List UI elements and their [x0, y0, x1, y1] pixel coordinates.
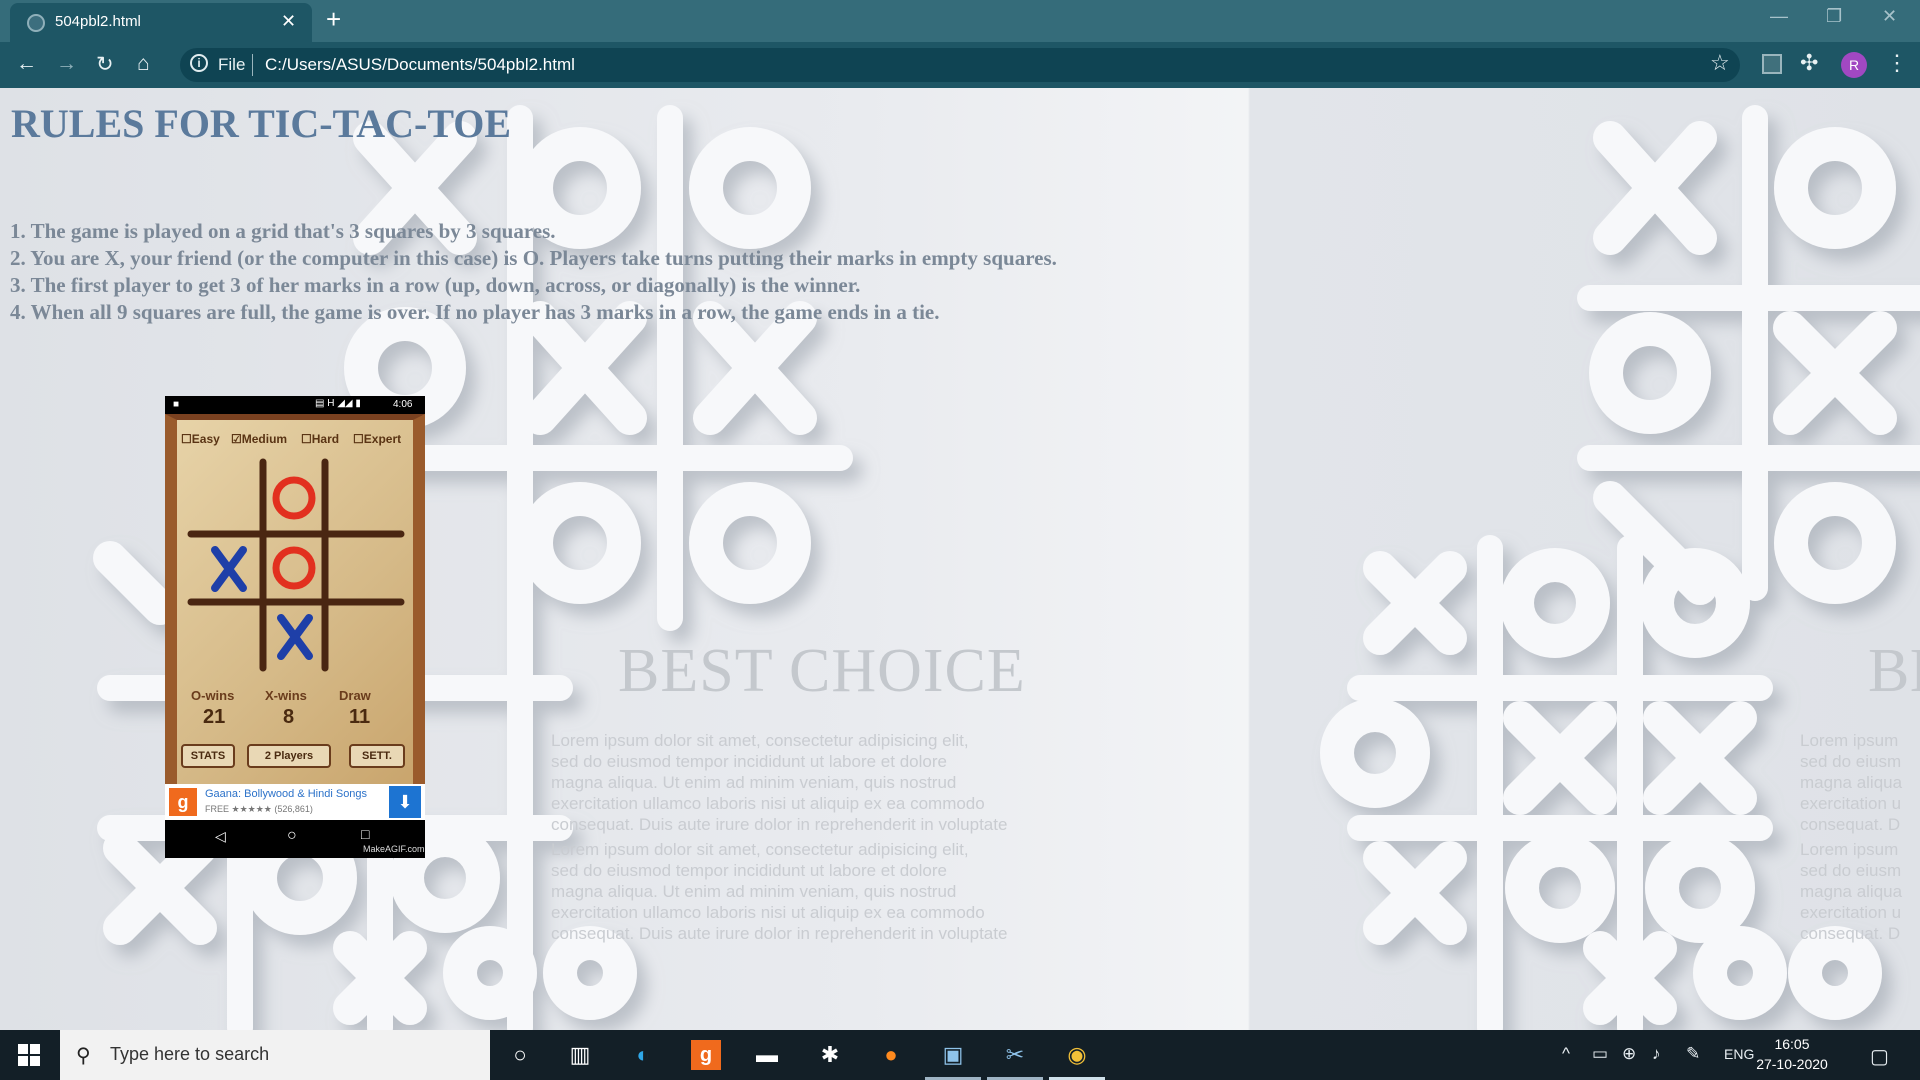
lorem-block-2: Lorem ipsum dolor sit amet, consectetur … [551, 840, 1008, 943]
close-window-icon[interactable]: ✕ [1882, 6, 1897, 27]
info-icon[interactable]: i [190, 54, 208, 72]
profile-avatar[interactable]: R [1841, 52, 1867, 78]
browser-tabstrip: 504pbl2.html ✕ + — ❐ ✕ [0, 0, 1920, 42]
gaana-logo: g [169, 788, 197, 816]
language-indicator[interactable]: ENG [1724, 1046, 1754, 1062]
o-wins-label: O-wins [191, 688, 235, 703]
draw-label: Draw [339, 688, 371, 703]
photos-app-icon[interactable]: ▣ [938, 1040, 968, 1070]
stats-button: STATS [181, 744, 235, 768]
puzzle-extensions-icon[interactable]: ✣ [1800, 50, 1818, 76]
phone-status-bar: ■ ▤ H ◢◢ ▮ 4:06 [165, 396, 425, 414]
notification-icon[interactable]: ▢ [1870, 1044, 1889, 1069]
lorem-block-1: Lorem ipsum dolor sit amet, consectetur … [551, 731, 1008, 834]
settings-button: SETT. [349, 744, 405, 768]
reload-icon[interactable]: ↻ [96, 52, 114, 77]
clock-time: 16:05 [1774, 1036, 1810, 1052]
signal-icon: ▤ H ◢◢ ▮ [315, 398, 361, 409]
globe-icon [27, 14, 45, 32]
address-divider [252, 54, 253, 76]
edge-icon[interactable]: ◐ [628, 1040, 658, 1070]
board-o-mark [272, 476, 316, 520]
lorem-block-right-1: Lorem ipsum sed do eiusm magna aliqua ex… [1800, 731, 1903, 834]
extension-icon[interactable] [1762, 54, 1782, 74]
search-icon: ⚲ [76, 1045, 91, 1067]
gaana-app-icon[interactable]: g [691, 1040, 721, 1070]
watermark: MakeAGIF.com [363, 844, 425, 854]
background-heading-right: BI [1868, 637, 1920, 705]
pen-icon[interactable]: ✎ [1686, 1044, 1700, 1064]
board-o-mark [272, 546, 316, 590]
rule-item: 4. When all 9 squares are full, the game… [10, 300, 940, 324]
android-home-icon: ○ [287, 827, 297, 844]
chrome-icon[interactable]: ◉ [1062, 1040, 1092, 1070]
task-view-icon[interactable]: ▥ [565, 1040, 595, 1070]
camera-icon: ■ [173, 399, 180, 410]
rule-item: 2. You are X, your friend (or the comput… [10, 246, 1057, 270]
x-wins-label: X-wins [265, 688, 307, 703]
page-viewport: RULES FOR TIC-TAC-TOE 1. The game is pla… [0, 88, 1920, 1030]
lorem-block-right-2: Lorem ipsum sed do eiusm magna aliqua ex… [1800, 840, 1903, 943]
tab-close-button[interactable]: ✕ [281, 11, 296, 32]
ad-title: Gaana: Bollywood & Hindi Songs [205, 788, 368, 800]
spider-app-icon[interactable]: ✱ [815, 1040, 845, 1070]
windows-start-icon[interactable] [18, 1044, 40, 1066]
cortana-icon[interactable]: ○ [505, 1040, 535, 1070]
difficulty-expert: ☐Expert [353, 432, 402, 446]
browser-toolbar: ← → ↻ ⌂ i File C:/Users/ASUS/Documents/5… [0, 42, 1920, 88]
board-x-mark [211, 546, 247, 592]
android-recents-icon: □ [361, 826, 370, 842]
taskbar-clock[interactable]: 16:05 27-10-2020 [1752, 1034, 1832, 1074]
taskbar-search-box[interactable]: ⚲ Type here to search [60, 1030, 490, 1080]
status-time: 4:06 [393, 399, 413, 410]
difficulty-medium: ☑Medium [231, 432, 288, 446]
new-tab-button[interactable]: + [326, 4, 341, 35]
two-players-button: 2 Players [247, 744, 331, 768]
rule-item: 3. The first player to get 3 of her mark… [10, 273, 861, 297]
firefox-icon[interactable]: ● [876, 1040, 906, 1070]
home-icon[interactable]: ⌂ [137, 52, 150, 76]
address-bar[interactable]: i File C:/Users/ASUS/Documents/504pbl2.h… [180, 48, 1740, 82]
menu-kebab-icon[interactable]: ⋮ [1886, 50, 1908, 76]
address-scheme: File [218, 55, 246, 74]
page-title: RULES FOR TIC-TAC-TOE [11, 101, 512, 146]
game-board [187, 458, 405, 672]
back-icon[interactable]: ← [16, 52, 37, 76]
tray-chevron-icon[interactable]: ^ [1562, 1044, 1570, 1064]
phone-game-gif: ■ ▤ H ◢◢ ▮ 4:06 ☐Easy ☑Medium ☐Hard ☐Exp… [165, 396, 425, 858]
volume-icon[interactable]: ♪ [1652, 1044, 1661, 1064]
minimize-icon[interactable]: — [1770, 6, 1788, 27]
rule-item: 1. The game is played on a grid that's 3… [10, 219, 556, 243]
media-app-icon[interactable]: ▬ [752, 1040, 782, 1070]
bookmark-star-icon[interactable]: ☆ [1710, 50, 1730, 76]
rules-list: 1. The game is played on a grid that's 3… [10, 218, 1057, 326]
search-placeholder: Type here to search [110, 1044, 270, 1064]
battery-icon[interactable]: ▭ [1592, 1044, 1608, 1064]
background-heading: BEST CHOICE [618, 637, 1026, 705]
phone-nav-bar: ◁ ○ □ MakeAGIF.com [165, 820, 425, 858]
windows-taskbar: ⚲ Type here to search ○ ▥ ◐ g ▬ ✱ ● ▣ ✂ … [0, 1030, 1920, 1080]
ad-banner: g Gaana: Bollywood & Hindi Songs FREE ★★… [165, 784, 425, 820]
x-wins-value: 8 [283, 706, 295, 728]
restore-icon[interactable]: ❐ [1826, 6, 1842, 27]
network-globe-icon[interactable]: ⊕ [1622, 1044, 1636, 1064]
android-back-icon: ◁ [215, 828, 226, 844]
browser-tab[interactable]: 504pbl2.html ✕ [10, 3, 312, 42]
tab-title: 504pbl2.html [55, 13, 141, 30]
board-x-mark [277, 614, 313, 660]
game-screen: ☐Easy ☑Medium ☐Hard ☐Expert O-wins X-win… [165, 414, 425, 784]
clock-date: 27-10-2020 [1756, 1056, 1828, 1072]
snipping-tool-icon[interactable]: ✂ [1000, 1040, 1030, 1070]
difficulty-hard: ☐Hard [301, 432, 340, 446]
download-icon: ⬇ [389, 786, 421, 818]
o-wins-value: 21 [203, 706, 226, 728]
address-url[interactable]: C:/Users/ASUS/Documents/504pbl2.html [265, 55, 575, 75]
difficulty-easy: ☐Easy [181, 432, 220, 446]
draw-value: 11 [349, 706, 371, 728]
forward-icon[interactable]: → [56, 52, 77, 76]
ad-subtitle: FREE ★★★★★ (526,861) [205, 804, 313, 814]
